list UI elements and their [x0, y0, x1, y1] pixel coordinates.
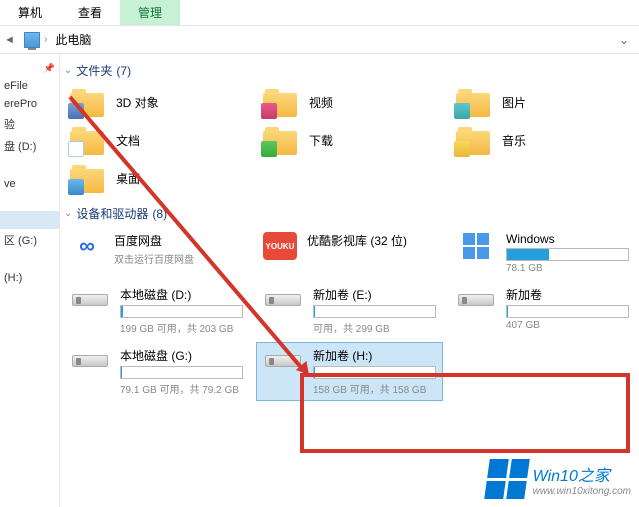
sidebar-item[interactable]: erePro [0, 95, 59, 113]
drive-name: 新加卷 (H:) [313, 347, 436, 364]
drive-item-selected[interactable]: 新加卷 (H:) 158 GB 可用，共 158 GB [257, 343, 442, 400]
baidu-icon: ∞ [70, 232, 104, 260]
folder-label: 下载 [309, 132, 333, 149]
folder-label: 桌面 [116, 170, 140, 187]
sidebar-item[interactable]: eFile [0, 77, 59, 95]
ribbon-tabs: 算机 查看 管理 [0, 0, 639, 26]
folder-icon [70, 163, 106, 193]
tab-manage[interactable]: 管理 [120, 0, 180, 25]
drive-capacity: 79.1 GB 可用，共 79.2 GB [120, 381, 243, 396]
drive-name: 本地磁盘 (D:) [120, 286, 243, 303]
capacity-bar [506, 248, 629, 261]
drive-item[interactable]: ∞ 百度网盘双击运行百度网盘 [64, 228, 249, 278]
folder-item[interactable]: 文档 [64, 123, 249, 157]
drive-item[interactable]: 新加卷 (E:) 可用，共 299 GB [257, 282, 442, 339]
folders-count: (7) [116, 64, 131, 78]
folder-icon [263, 125, 299, 155]
sidebar-item[interactable] [0, 157, 59, 175]
folder-label: 音乐 [502, 132, 526, 149]
youku-icon: YOUKU [263, 232, 297, 260]
sidebar-item[interactable] [0, 251, 59, 269]
ribbon-toggle-icon[interactable]: ⌄ [619, 33, 629, 47]
sidebar-item[interactable]: 📌 [0, 60, 59, 77]
tab-computer[interactable]: 算机 [0, 0, 60, 25]
sidebar-item[interactable]: 验 [0, 113, 59, 135]
drive-item[interactable]: 本地磁盘 (D:) 199 GB 可用，共 203 GB [64, 282, 249, 339]
sidebar-item[interactable] [0, 211, 59, 229]
sidebar-item[interactable]: (H:) [0, 269, 59, 287]
drive-icon [456, 232, 496, 260]
tab-view[interactable]: 查看 [60, 0, 120, 25]
sidebar-item[interactable]: ve [0, 175, 59, 193]
folder-item[interactable]: 图片 [450, 85, 635, 119]
drive-item[interactable]: Windows 78.1 GB [450, 228, 635, 278]
folder-item[interactable]: 视频 [257, 85, 442, 119]
drive-item[interactable]: 本地磁盘 (G:) 79.1 GB 可用，共 79.2 GB [64, 343, 249, 400]
capacity-bar [120, 305, 243, 318]
nav-up-icon[interactable]: ◄ [4, 34, 20, 46]
capacity-bar [313, 305, 436, 318]
folder-label: 图片 [502, 94, 526, 111]
folder-label: 视频 [309, 94, 333, 111]
folder-item[interactable]: 桌面 [64, 161, 249, 195]
folder-icon [70, 87, 106, 117]
hdd-icon [263, 347, 303, 375]
sidebar-item[interactable] [0, 193, 59, 211]
folder-label: 3D 对象 [116, 94, 159, 111]
sidebar: 📌eFileerePro验盘 (D:) ve 区 (G:) (H:) [0, 54, 60, 507]
devices-section-header[interactable]: ⌄ 设备和驱动器 (8) [64, 203, 635, 228]
drive-sub: 双击运行百度网盘 [114, 251, 243, 266]
main-content: ⌄ 文件夹 (7) 3D 对象 视频 图片 文档 下载 [60, 54, 639, 507]
windows-logo-icon [484, 459, 530, 499]
folder-item[interactable]: 3D 对象 [64, 85, 249, 119]
drive-name: Windows [506, 232, 629, 246]
drive-capacity: 可用，共 299 GB [313, 320, 436, 335]
drive-capacity: 78.1 GB [506, 263, 629, 274]
drive-capacity: 199 GB 可用，共 203 GB [120, 320, 243, 335]
capacity-bar [506, 305, 629, 318]
folders-title: 文件夹 [76, 62, 112, 79]
watermark: Win10之家 www.win10xitong.com [487, 459, 631, 499]
hdd-icon [456, 286, 496, 314]
hdd-icon [70, 347, 110, 375]
folder-item[interactable]: 下载 [257, 123, 442, 157]
drive-name: 百度网盘 [114, 232, 243, 249]
drive-capacity: 158 GB 可用，共 158 GB [313, 381, 436, 396]
drive-capacity: 407 GB [506, 320, 629, 331]
folder-item[interactable]: 音乐 [450, 123, 635, 157]
chevron-icon: › [44, 34, 47, 45]
hdd-icon [70, 286, 110, 314]
drive-name: 新加卷 [506, 286, 629, 303]
this-pc-icon [24, 32, 40, 48]
breadcrumb-location[interactable]: 此电脑 [51, 31, 95, 48]
sidebar-item[interactable]: 盘 (D:) [0, 135, 59, 157]
watermark-url: www.win10xitong.com [533, 486, 631, 497]
drive-item[interactable]: YOUKU 优酷影视库 (32 位) [257, 228, 442, 278]
address-bar: ◄ › 此电脑 ⌄ [0, 26, 639, 54]
chevron-down-icon: ⌄ [64, 65, 72, 76]
capacity-bar [313, 366, 436, 379]
folders-section-header[interactable]: ⌄ 文件夹 (7) [64, 60, 635, 85]
drive-name: 本地磁盘 (G:) [120, 347, 243, 364]
drive-name: 优酷影视库 (32 位) [307, 232, 436, 249]
folder-icon [456, 87, 492, 117]
drive-item[interactable]: 新加卷 407 GB [450, 282, 635, 339]
folder-icon [456, 125, 492, 155]
chevron-down-icon: ⌄ [64, 208, 72, 219]
folders-grid: 3D 对象 视频 图片 文档 下载 音乐 桌面 [64, 85, 635, 195]
capacity-bar [120, 366, 243, 379]
sidebar-item[interactable]: 区 (G:) [0, 229, 59, 251]
devices-count: (8) [152, 207, 167, 221]
drive-name: 新加卷 (E:) [313, 286, 436, 303]
devices-grid: ∞ 百度网盘双击运行百度网盘 YOUKU 优酷影视库 (32 位) Windows 7… [64, 228, 635, 400]
hdd-icon [263, 286, 303, 314]
devices-title: 设备和驱动器 [76, 205, 148, 222]
folder-icon [263, 87, 299, 117]
folder-label: 文档 [116, 132, 140, 149]
watermark-title: Win10之家 [533, 462, 631, 486]
folder-icon [70, 125, 106, 155]
